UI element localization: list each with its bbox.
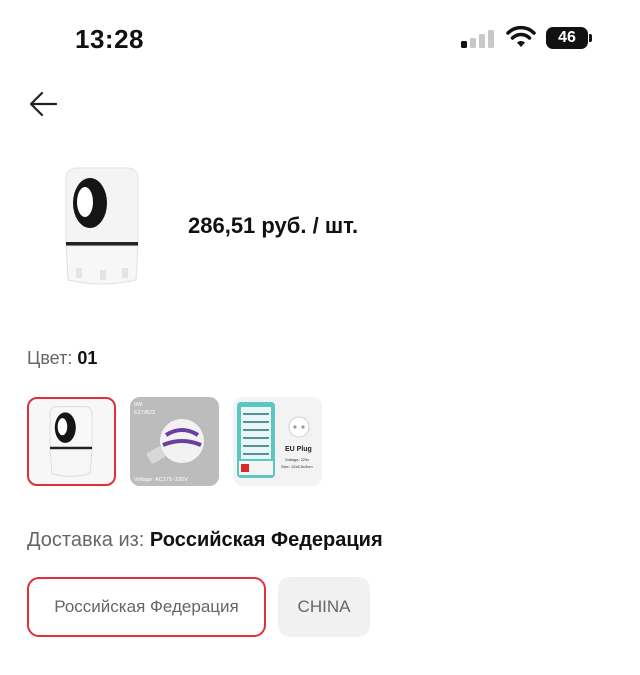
- shipping-label: Доставка из: Российская Федерация: [27, 529, 383, 552]
- wifi-icon: [506, 25, 536, 47]
- status-time: 13:28: [75, 24, 144, 54]
- plug-size-text: Size: 12x6.5x3cm: [281, 464, 313, 469]
- color-option-01[interactable]: [27, 397, 116, 486]
- color-option-bulb[interactable]: 9W E27/B22 Voltage: AC175~220V: [130, 397, 219, 486]
- shipping-option-label: Российская Федерация: [54, 597, 239, 616]
- bulb-voltage-text: Voltage: AC175~220V: [134, 477, 188, 483]
- shipping-label-text: Доставка из:: [27, 529, 145, 551]
- shipping-option-label: CHINA: [297, 597, 351, 616]
- shipping-option-china[interactable]: CHINA: [278, 577, 370, 637]
- color-option-plug[interactable]: EU Plug Voltage: 220v Size: 12x6.5x3cm: [233, 397, 322, 486]
- mosquito-lamp-image: [49, 406, 93, 477]
- bulb-socket-text: E27/B22: [134, 410, 155, 416]
- product-price: 286,51 руб. / шт.: [188, 213, 359, 238]
- color-label-text: Цвет:: [27, 348, 73, 368]
- color-label: Цвет: 01: [27, 348, 97, 369]
- bulb-power-text: 9W: [134, 402, 143, 408]
- product-image: [65, 167, 139, 285]
- arrow-left-icon[interactable]: [28, 88, 60, 120]
- mosquito-bulb-image: 9W E27/B22 Voltage: AC175~220V: [130, 397, 219, 486]
- cellular-signal-icon: [461, 30, 495, 48]
- shipping-selected-value: Российская Федерация: [149, 529, 383, 551]
- plug-zapper-image: EU Plug Voltage: 220v Size: 12x6.5x3cm: [233, 397, 322, 486]
- shipping-option-russia[interactable]: Российская Федерация: [27, 577, 266, 637]
- battery-icon: 46: [546, 27, 592, 49]
- plug-title-text: EU Plug: [285, 446, 312, 453]
- battery-level: 46: [546, 27, 588, 49]
- color-selected-value: 01: [77, 348, 98, 368]
- plug-voltage-text: Voltage: 220v: [285, 457, 309, 462]
